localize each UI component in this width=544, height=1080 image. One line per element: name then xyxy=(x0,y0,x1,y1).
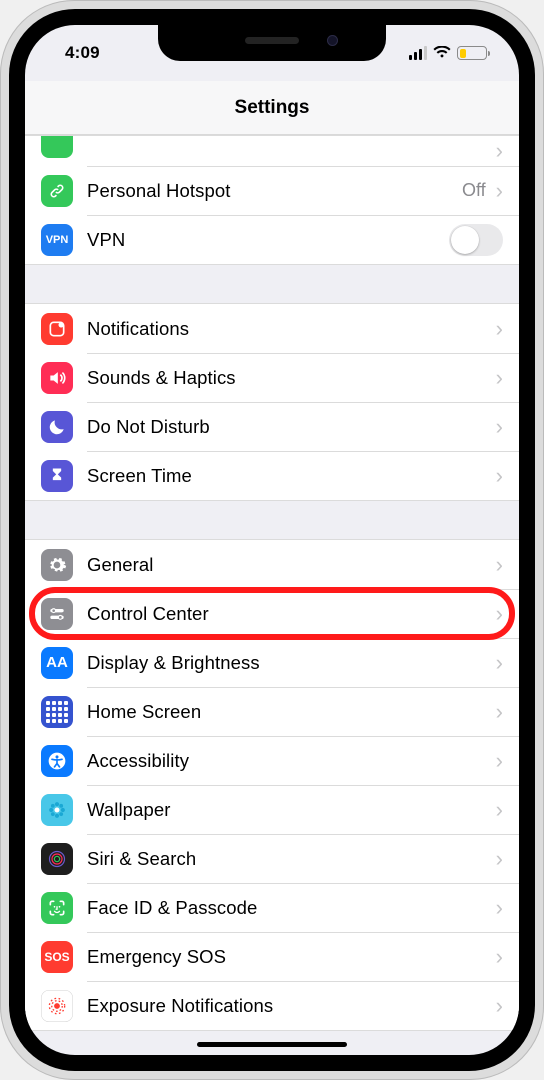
row-detail: Off xyxy=(462,180,486,201)
chevron-right-icon: › xyxy=(496,138,503,164)
gear-icon xyxy=(41,549,73,581)
chevron-right-icon: › xyxy=(496,365,503,391)
flower-icon xyxy=(41,794,73,826)
row-label: Sounds & Haptics xyxy=(87,367,494,389)
row-control-center[interactable]: Control Center› xyxy=(25,589,519,638)
row-siri-search[interactable]: Siri & Search› xyxy=(25,834,519,883)
exposure-icon xyxy=(41,990,73,1022)
home-indicator[interactable] xyxy=(197,1042,347,1047)
settings-group: General›Control Center›AADisplay & Brigh… xyxy=(25,539,519,1031)
row-display-brightness[interactable]: AA Display & Brightness› xyxy=(25,638,519,687)
chevron-right-icon: › xyxy=(496,414,503,440)
chevron-right-icon: › xyxy=(496,178,503,204)
device-body: 4:09 Settings ›Personal HotspotOff›VPNVP… xyxy=(9,9,535,1071)
row-label: VPN xyxy=(87,229,449,251)
chevron-right-icon: › xyxy=(496,846,503,872)
wifi-icon xyxy=(433,46,451,60)
row-label: Accessibility xyxy=(87,750,494,772)
chevron-right-icon: › xyxy=(496,748,503,774)
row-label: Control Center xyxy=(87,603,494,625)
row-label: Siri & Search xyxy=(87,848,494,870)
sos-icon: SOS xyxy=(41,941,73,973)
row-label: Exposure Notifications xyxy=(87,995,494,1017)
device-frame: 4:09 Settings ›Personal HotspotOff›VPNVP… xyxy=(0,0,544,1080)
moon-icon xyxy=(41,411,73,443)
grid-icon xyxy=(41,696,73,728)
chevron-right-icon: › xyxy=(496,463,503,489)
group-spacer xyxy=(25,265,519,303)
row-partial-top[interactable]: › xyxy=(25,136,519,166)
row-label: Emergency SOS xyxy=(87,946,494,968)
row-label: Display & Brightness xyxy=(87,652,494,674)
row-personal-hotspot[interactable]: Personal HotspotOff › xyxy=(25,166,519,215)
group-spacer xyxy=(25,501,519,539)
row-label: Notifications xyxy=(87,318,494,340)
battery-icon xyxy=(457,46,487,60)
row-vpn[interactable]: VPN VPN xyxy=(25,215,519,264)
notch xyxy=(158,25,386,61)
chevron-right-icon: › xyxy=(496,797,503,823)
row-screen-time[interactable]: Screen Time› xyxy=(25,451,519,500)
chevron-right-icon: › xyxy=(496,699,503,725)
row-do-not-disturb[interactable]: Do Not Disturb› xyxy=(25,402,519,451)
row-label: General xyxy=(87,554,494,576)
access-icon xyxy=(41,745,73,777)
row-home-screen[interactable]: Home Screen› xyxy=(25,687,519,736)
aa-icon: AA xyxy=(41,647,73,679)
sound-icon xyxy=(41,362,73,394)
row-notifications[interactable]: Notifications› xyxy=(25,304,519,353)
page-title: Settings xyxy=(235,97,310,119)
chevron-right-icon: › xyxy=(496,552,503,578)
vpn-icon: VPN xyxy=(41,224,73,256)
row-general[interactable]: General› xyxy=(25,540,519,589)
row-label: Personal Hotspot xyxy=(87,180,462,202)
chain-icon xyxy=(41,175,73,207)
cellular-signal-icon xyxy=(409,46,427,60)
chevron-right-icon: › xyxy=(496,993,503,1019)
row-face-id-passcode[interactable]: Face ID & Passcode› xyxy=(25,883,519,932)
blank-green-icon xyxy=(41,136,73,158)
toggle-switch[interactable] xyxy=(449,224,503,256)
row-accessibility[interactable]: Accessibility› xyxy=(25,736,519,785)
row-emergency-sos[interactable]: SOS Emergency SOS› xyxy=(25,932,519,981)
row-label: Screen Time xyxy=(87,465,494,487)
hourglass-icon xyxy=(41,460,73,492)
row-label: Home Screen xyxy=(87,701,494,723)
chevron-right-icon: › xyxy=(496,316,503,342)
settings-group: › Personal HotspotOff › VPN VPN xyxy=(25,135,519,265)
siri-icon xyxy=(41,843,73,875)
faceid-icon xyxy=(41,892,73,924)
chevron-right-icon: › xyxy=(496,650,503,676)
notif-icon xyxy=(41,313,73,345)
row-wallpaper[interactable]: Wallpaper› xyxy=(25,785,519,834)
screen: 4:09 Settings ›Personal HotspotOff›VPNVP… xyxy=(25,25,519,1055)
row-label: Do Not Disturb xyxy=(87,416,494,438)
chevron-right-icon: › xyxy=(496,601,503,627)
settings-group: Notifications›Sounds & Haptics›Do Not Di… xyxy=(25,303,519,501)
chevron-right-icon: › xyxy=(496,944,503,970)
navigation-bar: Settings xyxy=(25,81,519,135)
sliders-icon xyxy=(41,598,73,630)
settings-list[interactable]: › Personal HotspotOff › VPN VPN Notifications… xyxy=(25,135,519,1055)
status-time: 4:09 xyxy=(65,43,100,63)
row-exposure-notifications[interactable]: Exposure Notifications› xyxy=(25,981,519,1030)
row-label: Face ID & Passcode xyxy=(87,897,494,919)
row-label: Wallpaper xyxy=(87,799,494,821)
row-sounds-haptics[interactable]: Sounds & Haptics› xyxy=(25,353,519,402)
chevron-right-icon: › xyxy=(496,895,503,921)
